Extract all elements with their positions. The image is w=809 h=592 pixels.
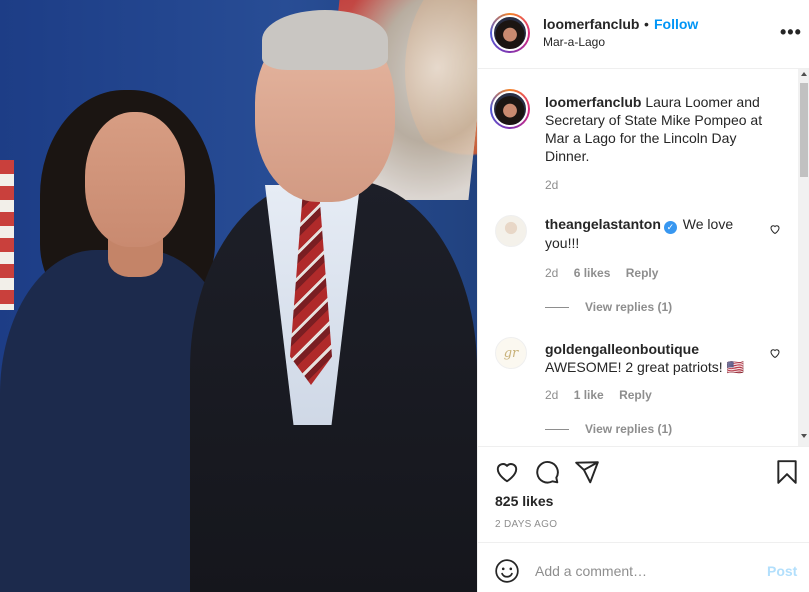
avatar[interactable]: gr <box>495 337 527 369</box>
more-options-icon[interactable]: ••• <box>780 22 802 43</box>
share-icon[interactable] <box>574 459 600 485</box>
avatar[interactable] <box>490 89 530 129</box>
comment-input[interactable]: Add a comment… <box>535 563 647 579</box>
comment-meta: 2d 6 likes Reply <box>545 266 670 280</box>
us-flag-decoration <box>0 160 14 310</box>
view-replies-button[interactable]: View replies (1) <box>585 300 672 314</box>
username-link[interactable]: loomerfanclub <box>543 16 639 32</box>
replies-divider <box>545 307 569 308</box>
separator-dot: • <box>644 16 649 32</box>
scroll-down-icon[interactable] <box>801 434 807 438</box>
comment-time[interactable]: 2d <box>545 266 558 280</box>
post-actions: 825 likes 2 DAYS AGO <box>478 446 809 542</box>
scroll-up-icon[interactable] <box>801 72 807 76</box>
comment-likes[interactable]: 1 like <box>574 388 604 402</box>
location-link[interactable]: Mar-a-Lago <box>543 35 605 49</box>
post-photo[interactable] <box>0 0 477 592</box>
post-date[interactable]: 2 DAYS AGO <box>495 519 557 530</box>
caption-text: loomerfanclub Laura Loomer and Secretary… <box>545 93 777 165</box>
comment-text: goldengalleonboutique AWESOME! 2 great p… <box>545 340 765 376</box>
person-hair <box>262 10 388 70</box>
avatar[interactable] <box>495 215 527 247</box>
comments-list[interactable]: loomerfanclub Laura Loomer and Secretary… <box>478 69 809 446</box>
view-replies-button[interactable]: View replies (1) <box>585 422 672 436</box>
comment-time[interactable]: 2d <box>545 388 558 402</box>
post-header: loomerfanclub • Follow Mar-a-Lago ••• <box>478 0 809 69</box>
comment-likes[interactable]: 6 likes <box>574 266 611 280</box>
comment-username[interactable]: goldengalleonboutique <box>545 341 699 357</box>
reply-button[interactable]: Reply <box>619 388 652 402</box>
likes-count[interactable]: 825 likes <box>495 493 553 509</box>
heart-icon[interactable] <box>494 459 520 485</box>
avatar[interactable] <box>490 13 530 53</box>
comment-text: theangelastanton ✓ We love you!!! <box>545 215 765 252</box>
comment-body: AWESOME! 2 great patriots! 🇺🇸 <box>545 359 744 375</box>
bookmark-icon[interactable] <box>774 459 800 485</box>
replies-divider <box>545 429 569 430</box>
post-side-panel: loomerfanclub • Follow Mar-a-Lago ••• lo… <box>477 0 809 592</box>
emoji-icon[interactable] <box>494 558 520 584</box>
follow-button[interactable]: Follow <box>654 16 698 32</box>
caption-username[interactable]: loomerfanclub <box>545 94 641 110</box>
comment-icon[interactable] <box>534 459 560 485</box>
like-comment-heart-icon[interactable] <box>769 223 781 235</box>
scrollbar-thumb[interactable] <box>800 83 808 177</box>
comment-meta: 2d 1 like Reply <box>545 388 664 402</box>
reply-button[interactable]: Reply <box>626 266 659 280</box>
like-comment-heart-icon[interactable] <box>769 347 781 359</box>
comment-username[interactable]: theangelastanton <box>545 216 661 232</box>
verified-badge-icon: ✓ <box>663 221 677 234</box>
add-comment-bar: Add a comment… Post <box>478 542 809 592</box>
post-button[interactable]: Post <box>767 563 797 579</box>
person-face <box>85 112 185 247</box>
scrollbar[interactable] <box>798 69 809 446</box>
caption-time[interactable]: 2d <box>545 178 558 192</box>
